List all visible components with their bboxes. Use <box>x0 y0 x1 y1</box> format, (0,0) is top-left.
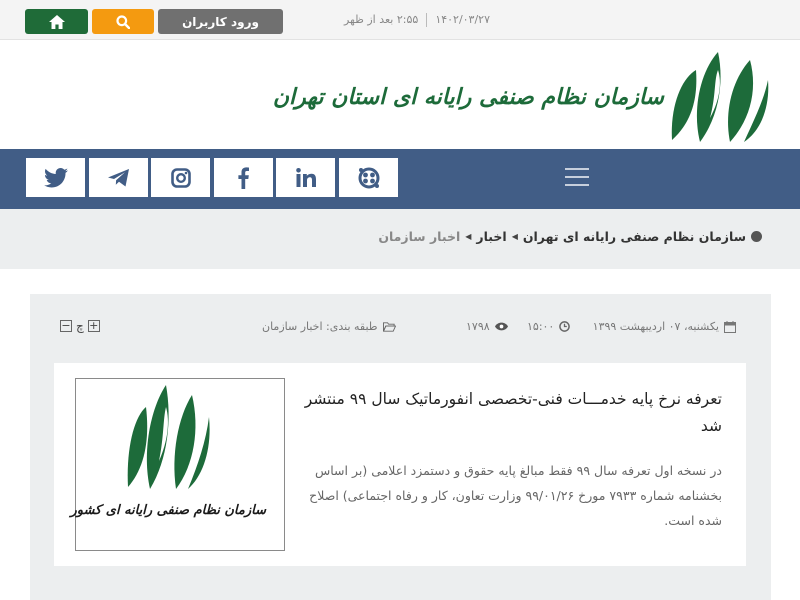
telegram-link[interactable] <box>89 158 148 197</box>
news-excerpt: در نسخه اول تعرفه سال ۹۹ فقط مبالغ پایه … <box>309 463 722 528</box>
breadcrumb-item-news[interactable]: اخبار <box>476 229 506 244</box>
current-time: ۲:۵۵ بعد از ظهر <box>343 13 419 26</box>
clock-icon <box>559 321 571 332</box>
article-category: طبقه بندی: اخبار سازمان <box>262 320 396 333</box>
facebook-icon <box>238 166 249 189</box>
nav-bar <box>0 149 800 209</box>
news-thumbnail[interactable]: سازمان نظام صنفی رایانه ای کشور <box>70 378 285 551</box>
home-button[interactable] <box>25 9 88 34</box>
article-panel: یکشنبه، ۰۷ اردیبهشت ۱۳۹۹ ۱۵:۰۰ ۱۷۹۸ طبقه… <box>30 294 771 600</box>
font-increase-icon[interactable]: + <box>87 320 100 332</box>
org-logo-icon <box>127 385 210 489</box>
divider <box>426 13 428 27</box>
aparat-icon <box>358 167 379 188</box>
chevron-left-icon: ◀ <box>511 232 518 241</box>
font-decrease-icon[interactable]: − <box>60 320 72 332</box>
twitter-icon <box>43 167 68 187</box>
aparat-link[interactable] <box>339 158 398 197</box>
chevron-left-icon: ◀ <box>465 232 472 241</box>
calendar-icon <box>724 320 736 333</box>
breadcrumb: سازمان نظام صنفی رایانه ای تهران ◀ اخبار… <box>378 229 762 244</box>
instagram-link[interactable] <box>151 158 210 197</box>
facebook-link[interactable] <box>214 158 273 197</box>
font-size-controls: + چ − <box>60 319 100 333</box>
site-header: سازمان نظام صنفی رایانه ای استان تهران <box>0 40 800 149</box>
eye-icon <box>494 322 508 331</box>
breadcrumb-item-home[interactable]: سازمان نظام صنفی رایانه ای تهران <box>523 229 746 244</box>
news-item: سازمان نظام صنفی رایانه ای کشور تعرفه نر… <box>54 363 746 566</box>
search-button[interactable] <box>92 9 154 34</box>
thumbnail-caption: سازمان نظام صنفی رایانه ای کشور <box>70 503 266 518</box>
folder-open-icon <box>382 321 396 332</box>
article-time: ۱۵:۰۰ <box>527 320 571 333</box>
menu-hamburger-icon[interactable] <box>565 165 589 189</box>
news-title[interactable]: تعرفه نرخ پایه خدمـــات فنی-تخصصی انفورم… <box>298 386 722 440</box>
org-name-logo[interactable]: سازمان نظام صنفی رایانه ای استان تهران <box>273 72 665 122</box>
print-label[interactable]: چ <box>76 319 84 333</box>
search-icon <box>116 14 130 29</box>
linkedin-link[interactable] <box>276 158 335 197</box>
article-date: یکشنبه، ۰۷ اردیبهشت ۱۳۹۹ <box>593 320 736 333</box>
telegram-icon <box>107 168 129 186</box>
login-button[interactable]: ورود کاربران <box>158 9 283 34</box>
article-views: ۱۷۹۸ <box>466 320 508 333</box>
twitter-link[interactable] <box>26 158 85 197</box>
date-time: ۱۴۰۲/۰۳/۲۷ ۲:۵۵ بعد از ظهر <box>330 13 490 27</box>
current-date: ۱۴۰۲/۰۳/۲۷ <box>435 13 490 26</box>
org-logo-icon[interactable] <box>670 50 770 142</box>
top-bar: ورود کاربران ۱۴۰۲/۰۳/۲۷ ۲:۵۵ بعد از ظهر <box>0 0 800 40</box>
linkedin-icon <box>295 168 316 187</box>
home-icon <box>48 14 65 29</box>
breadcrumb-bar: سازمان نظام صنفی رایانه ای تهران ◀ اخبار… <box>0 209 800 269</box>
globe-icon <box>751 231 762 242</box>
instagram-icon <box>170 167 191 188</box>
breadcrumb-item-org-news: اخبار سازمان <box>378 229 461 244</box>
